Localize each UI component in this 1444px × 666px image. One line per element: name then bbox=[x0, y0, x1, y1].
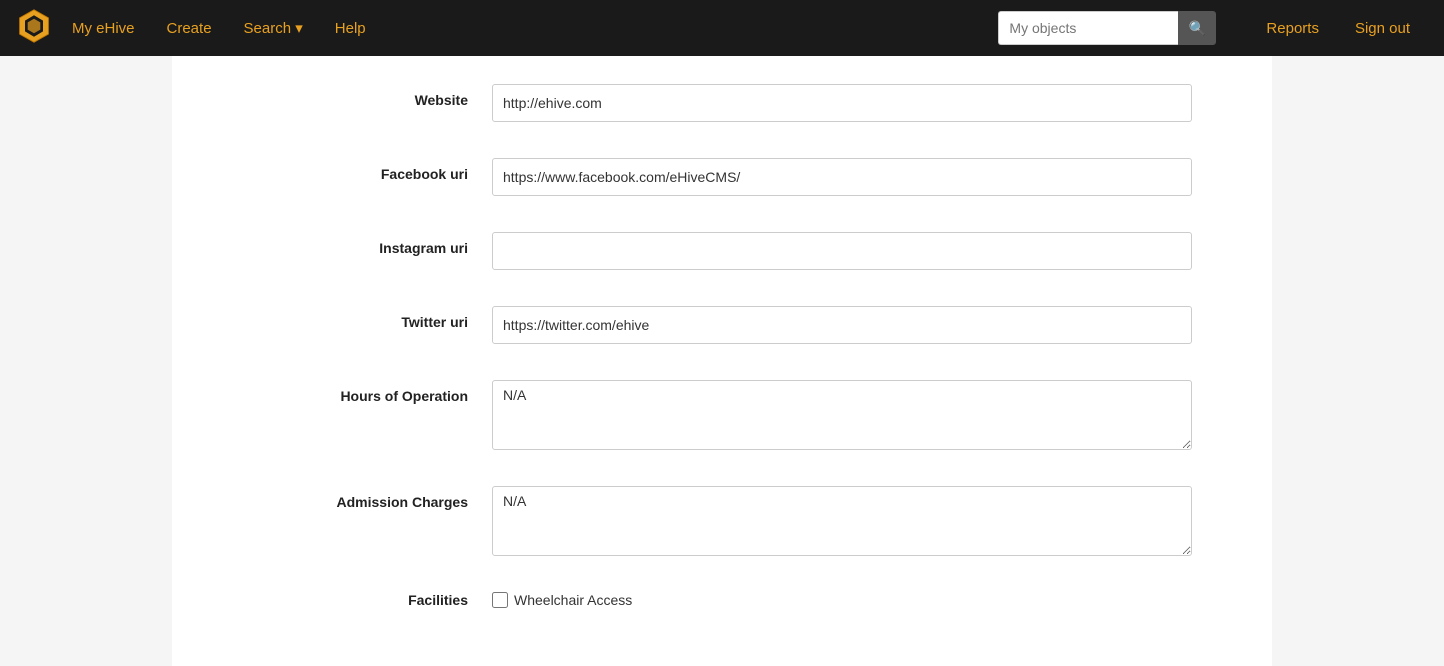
twitter-uri-input[interactable] bbox=[492, 306, 1192, 344]
website-row: Website bbox=[212, 76, 1232, 130]
wheelchair-access-checkbox[interactable] bbox=[492, 592, 508, 608]
logo[interactable] bbox=[16, 8, 52, 49]
hours-of-operation-row: Hours of Operation N/A bbox=[212, 372, 1232, 458]
instagram-uri-row: Instagram uri bbox=[212, 224, 1232, 278]
nav-reports[interactable]: Reports bbox=[1248, 20, 1337, 37]
navbar: My eHive Create Search ▾ Help 🔍 Reports … bbox=[0, 0, 1444, 56]
form-container: Website Facebook uri Instagram uri Twitt… bbox=[172, 56, 1272, 666]
nav-create[interactable]: Create bbox=[155, 20, 224, 37]
nav-my-ehive[interactable]: My eHive bbox=[60, 20, 147, 37]
search-input[interactable] bbox=[998, 11, 1178, 45]
facebook-uri-label: Facebook uri bbox=[212, 158, 492, 182]
wheelchair-access-label[interactable]: Wheelchair Access bbox=[514, 592, 632, 608]
instagram-uri-input[interactable] bbox=[492, 232, 1192, 270]
search-icon: 🔍 bbox=[1189, 20, 1206, 37]
facilities-checkboxes: Wheelchair Access bbox=[492, 592, 632, 608]
search-group: 🔍 bbox=[998, 11, 1216, 45]
facilities-label: Facilities bbox=[212, 592, 492, 608]
facebook-uri-input[interactable] bbox=[492, 158, 1192, 196]
hours-of-operation-textarea[interactable]: N/A bbox=[492, 380, 1192, 450]
instagram-uri-label: Instagram uri bbox=[212, 232, 492, 256]
search-button[interactable]: 🔍 bbox=[1178, 11, 1216, 45]
hours-of-operation-label: Hours of Operation bbox=[212, 380, 492, 404]
admission-charges-textarea[interactable]: N/A bbox=[492, 486, 1192, 556]
facebook-uri-row: Facebook uri bbox=[212, 150, 1232, 204]
website-input[interactable] bbox=[492, 84, 1192, 122]
facilities-row: Facilities Wheelchair Access bbox=[212, 584, 1232, 616]
twitter-uri-label: Twitter uri bbox=[212, 306, 492, 330]
admission-charges-row: Admission Charges N/A bbox=[212, 478, 1232, 564]
website-label: Website bbox=[212, 84, 492, 108]
nav-search[interactable]: Search ▾ bbox=[232, 19, 315, 37]
twitter-uri-row: Twitter uri bbox=[212, 298, 1232, 352]
nav-help[interactable]: Help bbox=[323, 20, 378, 37]
nav-sign-out[interactable]: Sign out bbox=[1337, 20, 1428, 37]
navbar-right: Reports Sign out bbox=[1248, 20, 1428, 37]
admission-charges-label: Admission Charges bbox=[212, 486, 492, 510]
